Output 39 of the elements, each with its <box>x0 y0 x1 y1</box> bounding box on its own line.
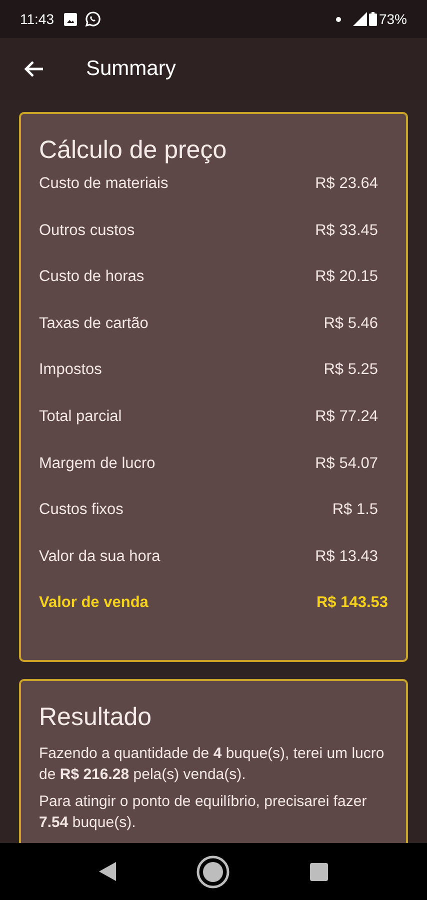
square-icon <box>310 862 328 880</box>
dot-icon <box>336 16 341 22</box>
cost-label: Custo de horas <box>39 267 144 288</box>
cost-label: Valor da sua hora <box>39 546 160 567</box>
cost-value: R$ 77.24 <box>315 406 378 427</box>
cost-label: Total parcial <box>39 406 122 427</box>
cost-label: Custos fixos <box>39 500 124 520</box>
cost-value: R$ 5.25 <box>324 360 378 380</box>
chat-bubble-icon <box>85 11 101 27</box>
cost-value: R$ 5.46 <box>324 314 378 334</box>
cost-value: R$ 13.43 <box>315 546 378 567</box>
screen-title: Summary <box>86 56 176 82</box>
recents-button[interactable] <box>310 862 328 880</box>
cost-label: Custo de materiais <box>39 174 168 194</box>
result-paragraph: Para atingir o ponto de equilíbrio, precisarei fazer 7.54 buque(s). <box>39 792 368 833</box>
cost-label: Margem de lucro <box>39 454 156 474</box>
nav-back-button[interactable] <box>99 862 116 881</box>
home-circle-icon <box>196 854 230 888</box>
cost-value: R$ 143.53 <box>316 593 388 614</box>
cost-label: Impostos <box>39 360 102 380</box>
triangle-icon <box>99 862 116 881</box>
status-time: 11:43 <box>20 10 54 28</box>
image-icon <box>64 12 77 26</box>
card-title: Resultado <box>39 702 153 733</box>
cost-label: Outros custos <box>39 220 135 241</box>
card-title: Cálculo de preço <box>39 135 228 166</box>
cost-value: R$ 54.07 <box>315 454 378 474</box>
signal-icon <box>352 12 367 26</box>
back-arrow-icon <box>24 60 44 78</box>
cost-label: Valor de venda <box>39 593 148 614</box>
battery-icon <box>368 12 377 26</box>
result-paragraph: Fazendo a quantidade de 4 buque(s), terei um lucro de R$ 216.28 pela(s) venda(s). <box>39 744 386 785</box>
cost-value: R$ 1.5 <box>332 500 378 520</box>
cost-value: R$ 33.45 <box>315 220 378 241</box>
home-button[interactable] <box>196 854 230 888</box>
cost-label: Taxas de cartão <box>39 314 148 334</box>
cost-value: R$ 20.15 <box>315 267 378 288</box>
cost-value: R$ 23.64 <box>315 174 378 194</box>
battery-percent: 73% <box>378 10 407 28</box>
